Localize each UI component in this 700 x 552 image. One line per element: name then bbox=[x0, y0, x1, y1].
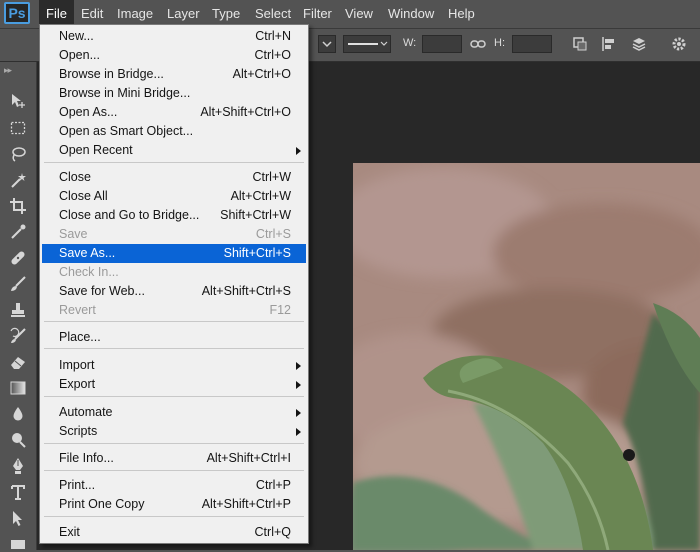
menu-item-print[interactable]: Print... Ctrl+P bbox=[42, 476, 306, 495]
menu-item-save-for-web[interactable]: Save for Web... Alt+Shift+Ctrl+S bbox=[42, 282, 306, 301]
height-label: H: bbox=[494, 37, 505, 49]
menu-item-export[interactable]: Export bbox=[42, 375, 306, 394]
lasso-tool-icon[interactable] bbox=[9, 145, 27, 163]
menu-item-open-as-smart-object[interactable]: Open as Smart Object... bbox=[42, 122, 306, 141]
menu-view[interactable]: View bbox=[338, 0, 380, 28]
crop-tool-icon[interactable] bbox=[9, 197, 27, 215]
gradient-tool-icon[interactable] bbox=[9, 379, 27, 397]
submenu-arrow-icon bbox=[296, 381, 301, 389]
menu-separator bbox=[44, 162, 304, 163]
menu-item-import[interactable]: Import bbox=[42, 356, 306, 375]
history-brush-icon[interactable] bbox=[9, 327, 27, 345]
move-tool-icon[interactable] bbox=[9, 92, 27, 110]
blur-tool-icon[interactable] bbox=[9, 405, 27, 423]
submenu-arrow-icon bbox=[296, 362, 301, 370]
menu-item-close-and-go-to-bridge[interactable]: Close and Go to Bridge... Shift+Ctrl+W bbox=[42, 206, 306, 225]
menu-item-close[interactable]: Close Ctrl+W bbox=[42, 168, 306, 187]
brush-tool-icon[interactable] bbox=[9, 275, 27, 293]
clone-stamp-icon[interactable] bbox=[9, 301, 27, 319]
menu-item-save-as[interactable]: Save As... Shift+Ctrl+S bbox=[42, 244, 306, 263]
magic-wand-icon[interactable] bbox=[9, 171, 27, 189]
file-menu-dropdown: New... Ctrl+N Open... Ctrl+O Browse in Bri… bbox=[39, 24, 309, 544]
menu-separator bbox=[44, 396, 304, 397]
menu-separator bbox=[44, 470, 304, 471]
fill-dropdown[interactable] bbox=[318, 35, 336, 53]
menu-separator bbox=[44, 443, 304, 444]
healing-brush-icon[interactable] bbox=[9, 249, 27, 267]
photoshop-logo: Ps bbox=[4, 2, 30, 24]
width-label: W: bbox=[403, 37, 417, 49]
eraser-icon[interactable] bbox=[9, 353, 27, 371]
pen-tool-icon[interactable] bbox=[9, 457, 27, 475]
path-selection-icon[interactable] bbox=[9, 509, 27, 527]
tools-panel: ▸▸ bbox=[0, 62, 37, 550]
gear-icon[interactable] bbox=[670, 35, 688, 53]
menu-item-close-all[interactable]: Close All Alt+Ctrl+W bbox=[42, 187, 306, 206]
panel-collapse-icon[interactable]: ▸▸ bbox=[4, 65, 12, 76]
menu-item-print-one-copy[interactable]: Print One Copy Alt+Shift+Ctrl+P bbox=[42, 495, 306, 514]
menu-help[interactable]: Help bbox=[441, 0, 482, 28]
menu-item-revert: Revert F12 bbox=[59, 303, 291, 317]
rectangle-tool-icon[interactable] bbox=[9, 534, 27, 549]
marquee-tool-icon[interactable] bbox=[9, 119, 27, 137]
menu-separator bbox=[44, 321, 304, 322]
submenu-arrow-icon bbox=[296, 428, 301, 436]
path-arrangement-icon[interactable] bbox=[630, 35, 648, 53]
type-tool-icon[interactable] bbox=[9, 483, 27, 501]
stroke-line-icon bbox=[348, 41, 388, 46]
link-icon[interactable] bbox=[469, 35, 487, 53]
menu-item-open-as[interactable]: Open As... Alt+Shift+Ctrl+O bbox=[42, 103, 306, 122]
chevron-down-icon bbox=[322, 41, 332, 48]
menu-item-place[interactable]: Place... bbox=[42, 328, 306, 347]
menu-window[interactable]: Window bbox=[381, 0, 441, 28]
plant-photo bbox=[353, 163, 700, 550]
path-operations-icon[interactable] bbox=[571, 35, 589, 53]
height-input[interactable] bbox=[512, 35, 552, 53]
dodge-tool-icon[interactable] bbox=[9, 431, 27, 449]
menu-item-scripts[interactable]: Scripts bbox=[42, 422, 306, 441]
menu-separator bbox=[44, 348, 304, 349]
menu-item-file-info[interactable]: File Info... Alt+Shift+Ctrl+I bbox=[42, 449, 306, 468]
path-alignment-icon[interactable] bbox=[600, 35, 618, 53]
menu-item-new[interactable]: New... Ctrl+N bbox=[42, 27, 306, 46]
document-image[interactable] bbox=[353, 163, 700, 550]
menu-item-automate[interactable]: Automate bbox=[42, 403, 306, 422]
menu-item-browse-in-mini-bridge[interactable]: Browse in Mini Bridge... bbox=[42, 84, 306, 103]
menu-item-open[interactable]: Open... Ctrl+O bbox=[42, 46, 306, 65]
menu-item-save: Save Ctrl+S bbox=[59, 227, 291, 241]
menu-item-check-in: Check In... bbox=[59, 265, 119, 279]
submenu-arrow-icon bbox=[296, 147, 301, 155]
stroke-type-dropdown[interactable] bbox=[343, 35, 391, 53]
eyedropper-icon[interactable] bbox=[9, 223, 27, 241]
menu-item-exit[interactable]: Exit Ctrl+Q bbox=[42, 523, 306, 542]
submenu-arrow-icon bbox=[296, 409, 301, 417]
menu-item-browse-in-bridge[interactable]: Browse in Bridge... Alt+Ctrl+O bbox=[42, 65, 306, 84]
menu-item-open-recent[interactable]: Open Recent bbox=[42, 141, 306, 160]
width-input[interactable] bbox=[422, 35, 462, 53]
menu-separator bbox=[44, 516, 304, 517]
